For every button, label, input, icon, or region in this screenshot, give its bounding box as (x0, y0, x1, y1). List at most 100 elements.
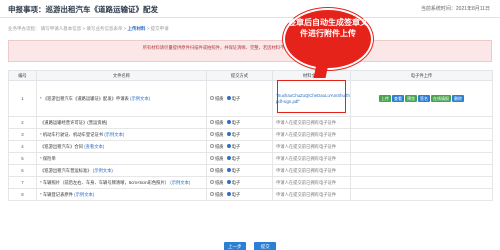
paper-radio[interactable] (210, 132, 214, 137)
paper-label: 纸质 (215, 191, 224, 197)
row-filename: 《巡游出租汽车《道路运输证》配发》申请表 (42, 95, 129, 101)
material-hint: 申请人在提交前已拥有电子证件 (276, 191, 337, 197)
sample-link[interactable]: (查看文本) (84, 144, 104, 149)
electronic-radio[interactable] (226, 168, 231, 173)
paper-radio[interactable] (210, 120, 214, 125)
paper-label: 纸质 (215, 95, 224, 101)
notice-text: 所有材料请尽量提供原件扫描件或拍照件，并保证清晰、完整，若因材料不清晰导致退件，… (142, 45, 358, 50)
paper-radio[interactable] (210, 180, 214, 185)
material-hint: 申请人在提交前已拥有电子证件 (276, 167, 337, 173)
material-hint: 申请人在提交前已拥有电子证件 (276, 155, 337, 161)
prev-step-button[interactable]: 上一步 (223, 242, 246, 250)
row-number: 4 (8, 140, 37, 153)
row-action-button[interactable]: 在线填报 (431, 95, 451, 102)
row-number: 7 (8, 176, 37, 189)
paper-radio[interactable] (210, 168, 214, 173)
system-date: 当前系统时间：2021年8月11日 (420, 6, 490, 12)
row-filename-cell: 《巡游出租汽车营运标准》 (示例文本) (36, 164, 207, 177)
electronic-radio[interactable] (226, 132, 231, 137)
material-hint: 申请人在提交前已拥有电子证件 (276, 143, 337, 149)
row-submit-method: 纸质 电子 (206, 128, 273, 141)
electronic-radio[interactable] (226, 180, 231, 185)
row-upload-actions (350, 152, 493, 165)
table-row: 8 * 车辆登记表原件 (示例文本) 纸质 电子 申请人在提交前已拥有电子证件 (8, 188, 493, 201)
paper-radio[interactable] (210, 156, 214, 161)
sample-link[interactable]: (示例文本) (170, 180, 190, 185)
sample-link[interactable]: (示例文本) (74, 192, 94, 197)
page-header: 申报事项：巡游出租汽车《道路运输证》配发 当前系统时间：2021年8月11日 (0, 0, 500, 18)
materials-table: 编号 文件名称 提交方式 材料文件 电子件上传 1 * 《巡游出租汽车《道路运输证… (8, 70, 493, 201)
notice-banner: 所有材料请尽量提供原件扫描件或拍照件，并保证清晰、完整，若因材料不清晰导致退件，… (8, 40, 492, 62)
row-filename-cell: * 机动车行驶证、机动车登记证书 (示例文本) (36, 128, 207, 141)
row-action-button[interactable]: 上传 (379, 95, 391, 102)
material-hint: 申请人在提交前已拥有电子证件 (276, 179, 337, 185)
electronic-label: 电子 (231, 131, 241, 137)
table-row: 5 * 保险单 纸质 电子 申请人在提交前已拥有电子证件 (8, 152, 493, 165)
paper-label: 纸质 (215, 119, 224, 125)
row-filename: 《道路运输经营许可证》(营运资格) (40, 119, 108, 125)
electronic-label: 电子 (231, 155, 241, 161)
col-header-filename: 文件名称 (36, 70, 207, 81)
row-action-button[interactable]: 查看 (392, 95, 404, 102)
row-action-button[interactable]: 删除 (452, 95, 464, 102)
row-submit-method: 纸质 电子 (206, 116, 273, 129)
table-row: 7 * 车辆照片（前后左右、车身、车辆号牌清晰，5cm×5cm彩色照片） (示例文… (8, 176, 493, 189)
paper-label: 纸质 (215, 179, 224, 185)
electronic-radio[interactable] (226, 192, 231, 197)
col-header-material-file: 材料文件 (272, 70, 351, 81)
electronic-radio[interactable] (226, 156, 231, 161)
row-upload-actions (350, 176, 493, 189)
row-submit-method: 纸质 电子 (206, 164, 273, 177)
row-filename: 保险单 (42, 155, 56, 161)
table-row: 3 * 机动车行驶证、机动车登记证书 (示例文本) 纸质 电子 申请人在提交前已拥有电子… (8, 128, 493, 141)
progress-steps: 业务申办流程： 填写申请人基本信息 > 填写业务信息表单 > 上传材料 > 提交… (8, 26, 169, 32)
action-bar: 上一步 提交 (0, 235, 500, 250)
row-filename-cell: 《道路运输经营许可证》(营运资格) (36, 116, 207, 129)
row-filename-cell: * 保险单 (36, 152, 207, 165)
sample-link[interactable]: (示例文本) (93, 168, 113, 173)
current-step: 上传材料 (127, 26, 146, 31)
row-filename-cell: * 《巡游出租汽车《道路运输证》配发》申请表 (示例文本) (36, 80, 207, 117)
row-submit-method: 纸质 电子 (206, 80, 273, 117)
row-action-button[interactable]: 签名 (418, 95, 430, 102)
row-filename-cell: 《巡游出租汽车》合同 (查看文本) (36, 140, 207, 153)
table-row: 4 《巡游出租汽车》合同 (查看文本) 纸质 电子 申请人在提交前已拥有电子证件 (8, 140, 493, 153)
electronic-radio[interactable] (226, 96, 231, 101)
electronic-label: 电子 (231, 191, 241, 197)
sample-link[interactable]: (示例文本) (104, 132, 124, 137)
row-submit-method: 纸质 电子 (206, 176, 273, 189)
electronic-label: 电子 (231, 167, 241, 173)
paper-radio[interactable] (210, 144, 214, 149)
required-mark: * (40, 179, 42, 185)
row-upload-actions: 上传 查看 预览 签名 在线填报 删除 (350, 80, 493, 117)
row-upload-actions (350, 140, 493, 153)
electronic-radio[interactable] (226, 120, 231, 125)
row-filename: 《巡游出租汽车》合同 (40, 143, 83, 149)
material-hint: 申请人在提交前已拥有电子证件 (276, 119, 337, 125)
row-material-file: 申请人在提交前已拥有电子证件 (272, 116, 351, 129)
paper-radio[interactable] (210, 192, 214, 197)
row-upload-actions (350, 116, 493, 129)
row-upload-actions (350, 128, 493, 141)
paper-radio[interactable] (210, 96, 214, 101)
col-header-upload: 电子件上传 (350, 70, 493, 81)
paper-label: 纸质 (215, 155, 224, 161)
required-mark: * (40, 131, 42, 137)
row-material-file: 申请人在提交前已拥有电子证件 (272, 188, 351, 201)
row-filename-cell: * 车辆登记表原件 (示例文本) (36, 188, 207, 201)
steps-after: > 提交申请 (145, 26, 169, 31)
electronic-radio[interactable] (226, 144, 231, 149)
row-action-button[interactable]: 预览 (405, 95, 417, 102)
row-number: 8 (8, 188, 37, 201)
sample-link[interactable]: (示例文本) (130, 96, 150, 101)
annotation-text: 签章后自动生成签章文件进行附件上传 (288, 18, 368, 38)
required-mark: * (40, 155, 42, 161)
table-row: 1 * 《巡游出租汽车《道路运输证》配发》申请表 (示例文本) 纸质 电子 "Xuxha… (8, 80, 493, 117)
electronic-label: 电子 (231, 143, 241, 149)
row-number: 6 (8, 164, 37, 177)
submit-button[interactable]: 提交 (254, 242, 277, 250)
row-number: 1 (8, 80, 37, 117)
row-filename-cell: * 车辆照片（前后左右、车身、车辆号牌清晰，5cm×5cm彩色照片） (示例文本… (36, 176, 207, 189)
row-upload-actions (350, 164, 493, 177)
page-title: 申报事项：巡游出租汽车《道路运输证》配发 (8, 5, 158, 14)
